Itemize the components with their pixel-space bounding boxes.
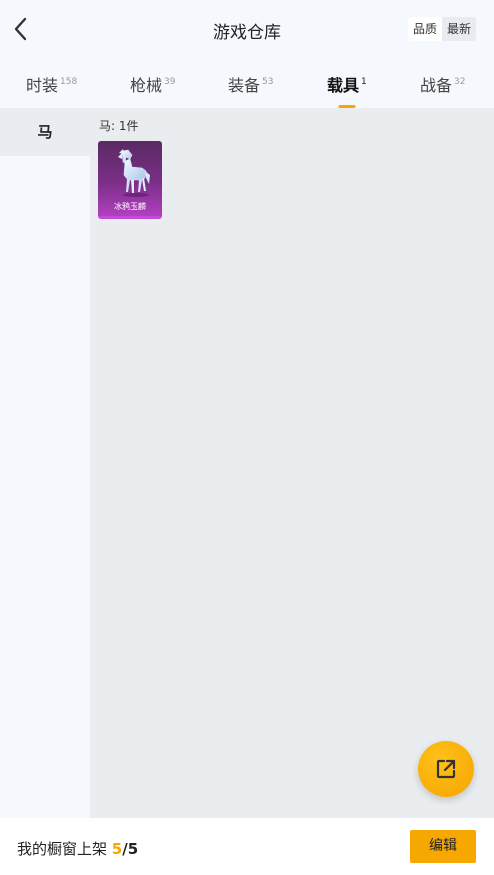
showcase-total-count: 5 — [127, 840, 139, 858]
tab-firearms[interactable]: 枪械 39 — [130, 72, 175, 96]
tab-label: 时装 — [26, 76, 59, 95]
tab-count: 158 — [60, 77, 78, 87]
tab-battle-gear[interactable]: 战备 32 — [420, 72, 465, 96]
showcase-count: 5/5 — [112, 840, 138, 858]
bottom-bar: 我的橱窗上架 5/5 编辑 — [0, 818, 494, 875]
horse-icon — [118, 149, 150, 197]
sort-quality-option[interactable]: 品质 — [407, 17, 442, 41]
tab-count: 53 — [262, 77, 274, 87]
tab-label: 战备 — [420, 76, 453, 95]
share-button[interactable] — [418, 741, 474, 797]
showcase-used-count: 5 — [111, 840, 123, 858]
tab-count: 39 — [164, 77, 176, 87]
tab-vehicles[interactable]: 载具 1 — [327, 72, 367, 108]
sidebar-item-horse[interactable]: 马 — [0, 108, 90, 156]
item-card[interactable]: 冰鸦玉麟 — [98, 141, 162, 219]
item-name: 冰鸦玉麟 — [114, 202, 146, 211]
tab-label: 载具 — [327, 76, 360, 95]
tab-label: 装备 — [228, 76, 261, 95]
sort-newest-option[interactable]: 最新 — [442, 17, 476, 41]
tab-equipment[interactable]: 装备 53 — [228, 72, 273, 96]
sidebar: 马 — [0, 108, 90, 818]
tab-count: 32 — [454, 77, 466, 87]
showcase-status: 我的橱窗上架 5/5 — [17, 838, 138, 859]
group-label: 马: 1件 — [99, 119, 139, 133]
category-tabs: 时装 158 枪械 39 装备 53 载具 1 战备 32 — [0, 60, 494, 108]
external-link-icon — [436, 759, 456, 779]
sort-toggle: 品质 最新 — [407, 17, 476, 41]
showcase-label: 我的橱窗上架 — [17, 840, 108, 858]
tab-count: 1 — [361, 77, 367, 87]
header: 游戏仓库 品质 最新 — [0, 0, 494, 60]
tab-label: 枪械 — [130, 76, 163, 95]
tab-fashion[interactable]: 时装 158 — [26, 72, 77, 96]
item-grid-area: 马: 1件 冰鸦玉麟 — [90, 108, 494, 818]
edit-button[interactable]: 编辑 — [410, 830, 476, 863]
